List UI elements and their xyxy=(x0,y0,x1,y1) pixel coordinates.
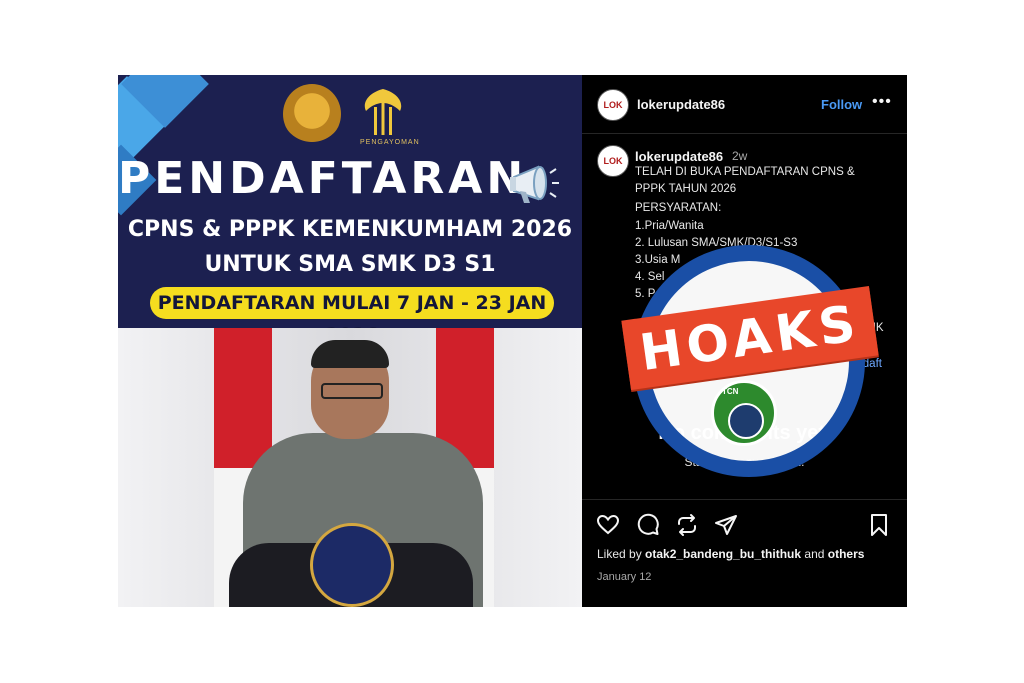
caption-line: TELAH DI BUKA PENDAFTARAN CPNS & xyxy=(635,166,855,178)
pengayoman-logo: PENGAYOMAN xyxy=(354,83,419,147)
logo-caption: PENGAYOMAN xyxy=(360,139,420,146)
registration-date-pill: PENDAFTARAN MULAI 7 JAN - 23 JAN 2026 xyxy=(150,287,554,346)
poster-banner: PENGAYOMAN PENDAFTARAN CPNS & PPPK KEMEN… xyxy=(118,75,582,346)
badge-emblem-icon xyxy=(728,403,764,439)
liked-user-link[interactable]: otak2_bandeng_bu_thithuk xyxy=(645,547,801,561)
speaker-glasses xyxy=(321,383,383,399)
poster-subtitle-education: UNTUK SMA SMK D3 S1 xyxy=(204,252,496,277)
follow-button[interactable]: Follow xyxy=(821,97,862,112)
caption-line: 1.Pria/Wanita xyxy=(635,220,704,232)
comment-icon[interactable] xyxy=(636,513,660,537)
screenshot-frame: PENGAYOMAN PENDAFTARAN CPNS & PPPK KEMEN… xyxy=(118,75,907,607)
likes-summary: Liked by otak2_bandeng_bu_thithuk and ot… xyxy=(597,547,864,561)
badge-text: TCN xyxy=(722,387,739,396)
flag-left-red xyxy=(214,328,272,468)
hoaks-stamp: HOAKS TCN xyxy=(621,245,879,477)
liked-prefix: Liked by xyxy=(597,547,646,561)
official-photo xyxy=(118,328,582,607)
heart-icon[interactable] xyxy=(596,513,620,537)
garuda-emblem-logo xyxy=(283,84,341,144)
divider xyxy=(582,499,907,500)
repost-icon[interactable] xyxy=(675,513,699,537)
poster-subtitle-cpns: CPNS & PPPK KEMENKUMHAM 2026 xyxy=(127,217,573,242)
caption-line: PPPK TAHUN 2026 xyxy=(635,183,737,195)
speaker-hair xyxy=(311,340,389,368)
header-avatar[interactable]: LOK xyxy=(597,89,629,121)
share-icon[interactable] xyxy=(714,513,738,537)
caption-line: PERSYARATAN: xyxy=(635,202,722,214)
caption-avatar[interactable]: LOK xyxy=(597,145,629,177)
bookmark-icon[interactable] xyxy=(867,513,891,537)
megaphone-icon xyxy=(510,165,559,203)
post-image[interactable]: PENGAYOMAN PENDAFTARAN CPNS & PPPK KEMEN… xyxy=(118,75,582,607)
divider xyxy=(582,133,907,134)
pengayoman-tree-icon xyxy=(364,89,402,135)
more-options-icon[interactable]: ••• xyxy=(872,93,892,111)
caption-username[interactable]: lokerupdate86 xyxy=(635,149,723,164)
factcheck-badge: TCN xyxy=(711,380,777,446)
poster-title: PENDAFTARAN xyxy=(118,153,528,204)
liked-suffix: and xyxy=(801,547,828,561)
post-age: 2w xyxy=(732,149,748,163)
liked-others-link[interactable]: others xyxy=(828,547,865,561)
post-date: January 12 xyxy=(597,571,652,583)
header-username[interactable]: lokerupdate86 xyxy=(637,97,725,112)
podium-emblem xyxy=(310,523,394,607)
